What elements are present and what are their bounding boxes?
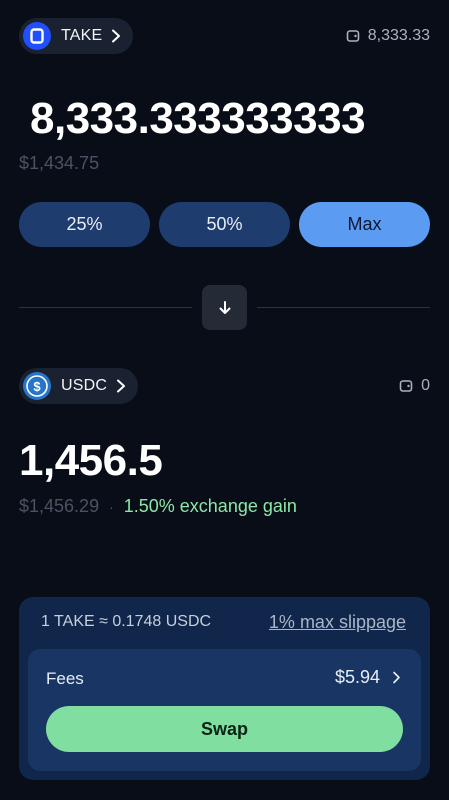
wallet-icon bbox=[346, 29, 360, 43]
max-button[interactable]: Max bbox=[299, 202, 430, 247]
from-balance-value: 8,333.33 bbox=[367, 27, 430, 44]
svg-text:$: $ bbox=[33, 379, 41, 394]
to-usd-value: $1,456.29 bbox=[19, 496, 100, 516]
to-balance-value: 0 bbox=[421, 377, 430, 394]
usdc-logo-icon: $ bbox=[23, 372, 51, 400]
exchange-rate: 1 TAKE ≈ 0.1748 USDC bbox=[41, 613, 212, 630]
swap-summary-card: 1 TAKE ≈ 0.1748 USDC 1% max slippage Fee… bbox=[19, 597, 430, 780]
to-token-selector[interactable]: $ USDC bbox=[19, 368, 139, 404]
exchange-gain: 1.50% exchange gain bbox=[123, 496, 297, 516]
to-value-row: $1,456.29 · 1.50% exchange gain bbox=[19, 496, 297, 517]
from-balance[interactable]: 8,333.33 bbox=[346, 27, 430, 45]
separator-dot: · bbox=[109, 498, 114, 515]
swap-direction-button[interactable] bbox=[202, 285, 247, 330]
take-logo-icon bbox=[23, 22, 51, 50]
slippage-link[interactable]: 1% max slippage bbox=[269, 612, 406, 633]
chevron-right-icon bbox=[116, 379, 126, 393]
to-amount: 1,456.5 bbox=[19, 436, 163, 485]
chevron-right-icon bbox=[111, 29, 121, 43]
divider-left bbox=[19, 307, 192, 308]
from-usd-value: $1,434.75 bbox=[19, 153, 100, 173]
from-amount-input[interactable]: 8,333.333333333 bbox=[30, 94, 366, 144]
from-token-selector[interactable]: TAKE bbox=[19, 18, 134, 54]
to-token-name: USDC bbox=[61, 377, 108, 394]
divider-right bbox=[257, 307, 430, 308]
to-balance[interactable]: 0 bbox=[399, 377, 430, 395]
percent-50-button[interactable]: 50% bbox=[159, 202, 290, 247]
swap-button[interactable]: Swap bbox=[46, 706, 403, 752]
arrow-down-icon bbox=[218, 300, 232, 316]
fees-label: Fees bbox=[46, 669, 84, 688]
fees-card: Fees $5.94 Swap bbox=[28, 649, 421, 771]
fees-value: $5.94 bbox=[334, 667, 380, 687]
wallet-icon bbox=[399, 379, 413, 393]
percent-25-button[interactable]: 25% bbox=[19, 202, 150, 247]
chevron-right-icon bbox=[392, 671, 401, 684]
fees-details-button[interactable]: $5.94 bbox=[335, 667, 401, 688]
swap-screen: TAKE 8,333.33 8,333.333333333 $1,434.75 … bbox=[0, 0, 449, 800]
from-token-name: TAKE bbox=[61, 27, 103, 44]
